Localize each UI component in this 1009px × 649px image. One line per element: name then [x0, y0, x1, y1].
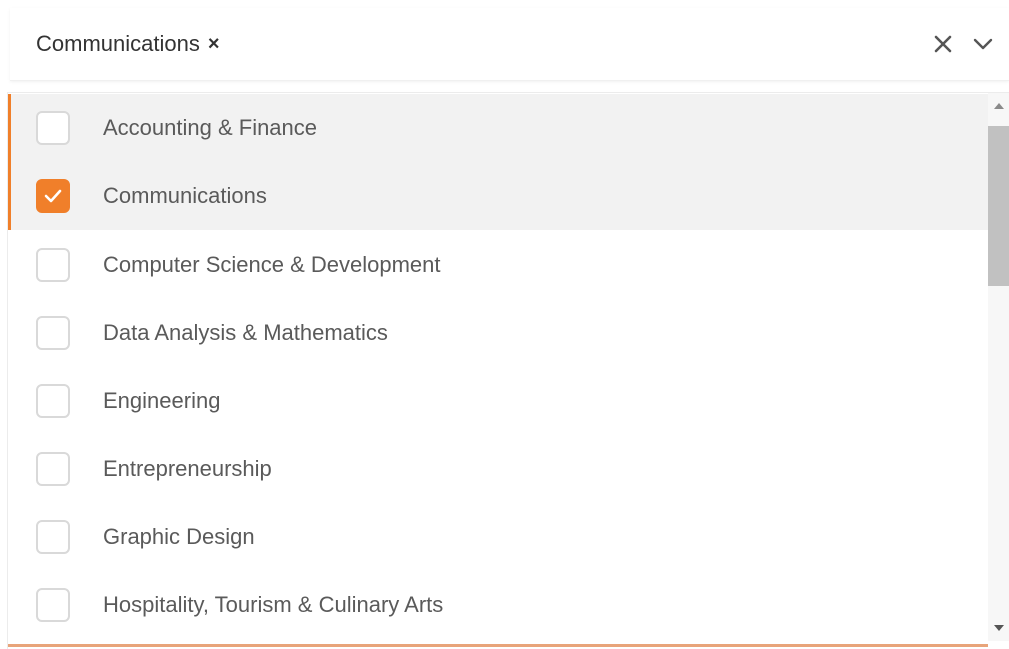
checkbox[interactable]: [36, 588, 70, 622]
x-icon: [934, 35, 952, 53]
option-entrepreneurship[interactable]: Entrepreneurship: [8, 435, 988, 503]
selected-chip: Communications ×: [36, 30, 220, 58]
scrollbar-thumb[interactable]: [988, 126, 1009, 286]
option-label: Data Analysis & Mathematics: [103, 320, 388, 345]
options-menu: Accounting & Finance Communications Comp…: [8, 93, 1009, 649]
checkbox[interactable]: [36, 248, 70, 282]
scroll-down-arrow-icon[interactable]: [988, 621, 1009, 635]
checkbox[interactable]: [36, 384, 70, 418]
multi-select-dropdown: Communications × Accounting & Finance Co…: [0, 0, 1009, 649]
option-label: Computer Science & Development: [103, 252, 441, 277]
option-data-analysis[interactable]: Data Analysis & Mathematics: [8, 299, 988, 367]
chevron-down-icon: [973, 38, 993, 50]
checkbox[interactable]: [36, 316, 70, 350]
option-communications[interactable]: Communications: [8, 162, 991, 230]
option-label: Accounting & Finance: [103, 115, 318, 140]
checkbox[interactable]: [36, 520, 70, 554]
chip-remove-icon[interactable]: ×: [208, 34, 220, 54]
option-label: Communications: [103, 183, 267, 208]
option-hospitality[interactable]: Hospitality, Tourism & Culinary Arts: [8, 571, 988, 639]
option-graphic-design[interactable]: Graphic Design: [8, 503, 988, 571]
selected-chip-label: Communications: [36, 31, 200, 56]
option-accounting-finance[interactable]: Accounting & Finance: [8, 94, 991, 162]
scroll-up-arrow-icon[interactable]: [988, 99, 1009, 113]
option-label: Entrepreneurship: [103, 456, 272, 481]
option-label: Engineering: [103, 388, 221, 413]
select-control[interactable]: Communications ×: [10, 8, 1009, 81]
option-label: Graphic Design: [103, 524, 255, 549]
option-computer-science[interactable]: Computer Science & Development: [8, 231, 988, 299]
menu-bottom-border: [8, 644, 988, 647]
option-label: Hospitality, Tourism & Culinary Arts: [103, 592, 444, 617]
scrollbar[interactable]: [988, 93, 1009, 641]
option-engineering[interactable]: Engineering: [8, 367, 988, 435]
dropdown-toggle-button[interactable]: [965, 26, 1001, 62]
checkbox-checked[interactable]: [36, 179, 70, 213]
clear-all-button[interactable]: [925, 26, 961, 62]
checkbox[interactable]: [36, 452, 70, 486]
checkbox[interactable]: [36, 111, 70, 145]
checkmark-icon: [44, 189, 62, 203]
